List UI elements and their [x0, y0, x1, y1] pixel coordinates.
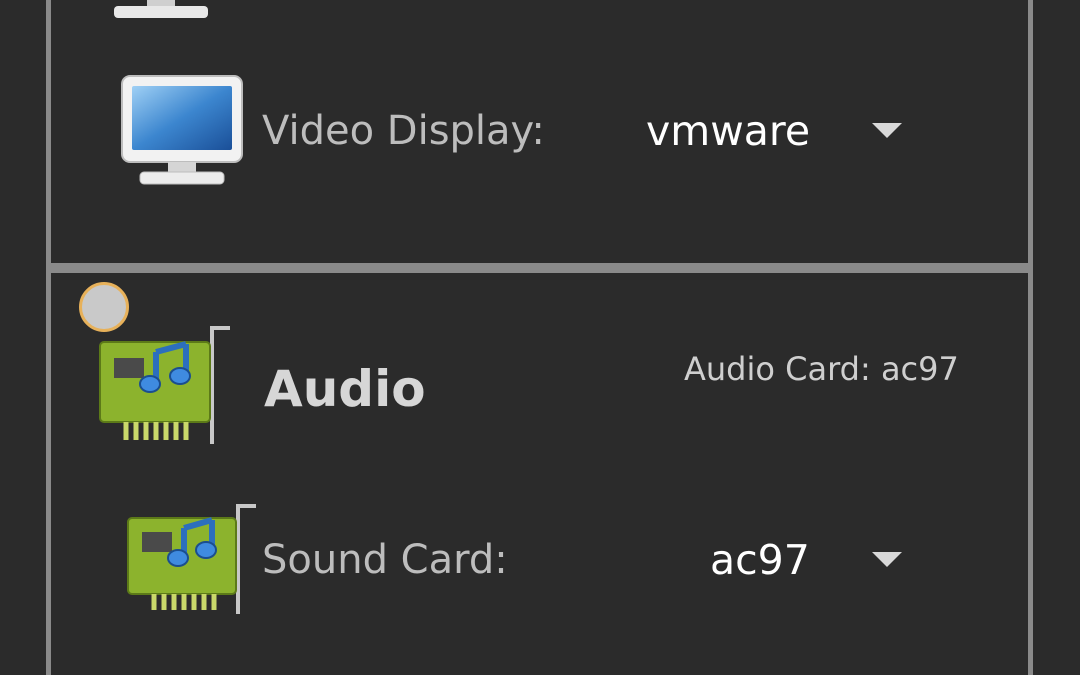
audio-section-summary: Audio Card: ac97: [684, 350, 959, 388]
sound-card-label: Sound Card:: [262, 537, 508, 583]
sound-card-icon: [127, 504, 256, 614]
audio-section-title: Audio: [264, 360, 426, 418]
chevron-down-icon[interactable]: [872, 123, 902, 139]
monitor-stand-icon: [114, 0, 208, 18]
chevron-down-icon[interactable]: [872, 552, 902, 568]
sound-card-row[interactable]: Sound Card: ac97: [110, 495, 930, 620]
frame-right-border: [1028, 0, 1033, 675]
video-display-row[interactable]: Video Display: vmware: [110, 70, 930, 190]
section-divider: [46, 263, 1033, 273]
frame-left-border: [46, 0, 51, 675]
sound-card-value[interactable]: ac97: [710, 536, 810, 584]
sound-card-icon: [99, 326, 230, 444]
video-display-value[interactable]: vmware: [646, 107, 810, 155]
monitor-icon: [121, 75, 243, 185]
video-display-label: Video Display:: [262, 108, 545, 154]
